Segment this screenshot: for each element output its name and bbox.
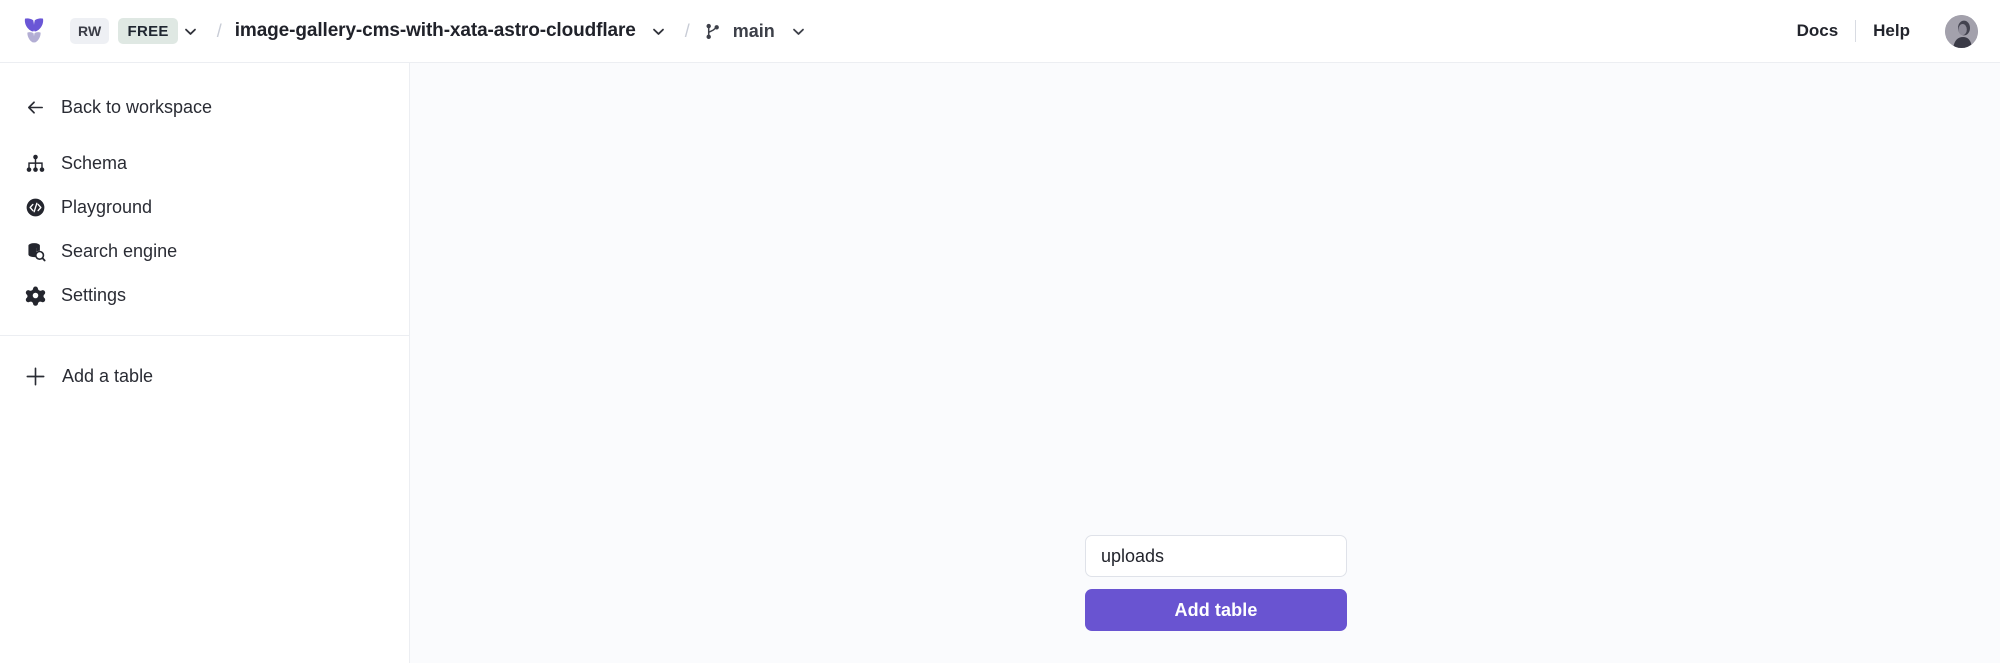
branch-selector[interactable]: main — [703, 18, 812, 44]
app-header: RW FREE / image-gallery-cms-with-xata-as… — [0, 0, 2000, 63]
arrow-left-icon — [22, 97, 48, 118]
add-table-submit-button[interactable]: Add table — [1085, 589, 1347, 631]
sidebar-item-label: Playground — [61, 196, 153, 217]
add-a-table-button[interactable]: Add a table — [0, 353, 409, 399]
role-badge: RW — [70, 18, 110, 44]
add-table-form: Add table — [1085, 535, 1347, 631]
sidebar-item-label: Schema — [61, 152, 128, 173]
git-branch-icon — [703, 22, 722, 41]
sidebar-item-search-engine[interactable]: Search engine — [0, 229, 409, 273]
branch-chevron-down-icon[interactable] — [786, 18, 812, 44]
sidebar-divider — [0, 335, 409, 336]
database-chevron-down-icon[interactable] — [646, 18, 672, 44]
add-a-table-label: Add a table — [62, 365, 154, 386]
code-playground-icon — [22, 197, 48, 218]
database-search-icon — [22, 241, 48, 262]
help-link[interactable]: Help — [1856, 21, 1927, 41]
sidebar-item-label: Settings — [61, 284, 127, 305]
branch-name: main — [732, 20, 775, 41]
sidebar-item-settings[interactable]: Settings — [0, 273, 409, 317]
docs-link[interactable]: Docs — [1780, 21, 1856, 41]
sidebar-item-back-to-workspace[interactable]: Back to workspace — [0, 85, 409, 129]
plan-badge: FREE — [118, 18, 178, 44]
sidebar-item-schema[interactable]: Schema — [0, 141, 409, 185]
gear-icon — [22, 285, 48, 306]
database-name: image-gallery-cms-with-xata-astro-cloudf… — [234, 20, 636, 41]
breadcrumb-separator: / — [216, 20, 222, 41]
sidebar-item-playground[interactable]: Playground — [0, 185, 409, 229]
breadcrumb-separator-2: / — [684, 20, 690, 41]
xata-butterfly-logo[interactable] — [14, 14, 54, 48]
sidebar-item-label: Search engine — [61, 240, 178, 261]
header-right-group: Docs Help — [1780, 14, 1978, 48]
header-left-group: RW FREE / image-gallery-cms-with-xata-as… — [14, 14, 1780, 48]
sidebar: Back to workspace Schema Playground Sear… — [0, 63, 410, 663]
user-avatar[interactable] — [1945, 14, 1978, 48]
plus-icon — [20, 364, 50, 389]
main-content: Add table — [410, 63, 2000, 663]
schema-hierarchy-icon — [22, 153, 48, 174]
table-name-input[interactable] — [1085, 535, 1347, 577]
chevron-down-icon[interactable] — [178, 18, 204, 44]
sidebar-item-label: Back to workspace — [61, 96, 213, 117]
